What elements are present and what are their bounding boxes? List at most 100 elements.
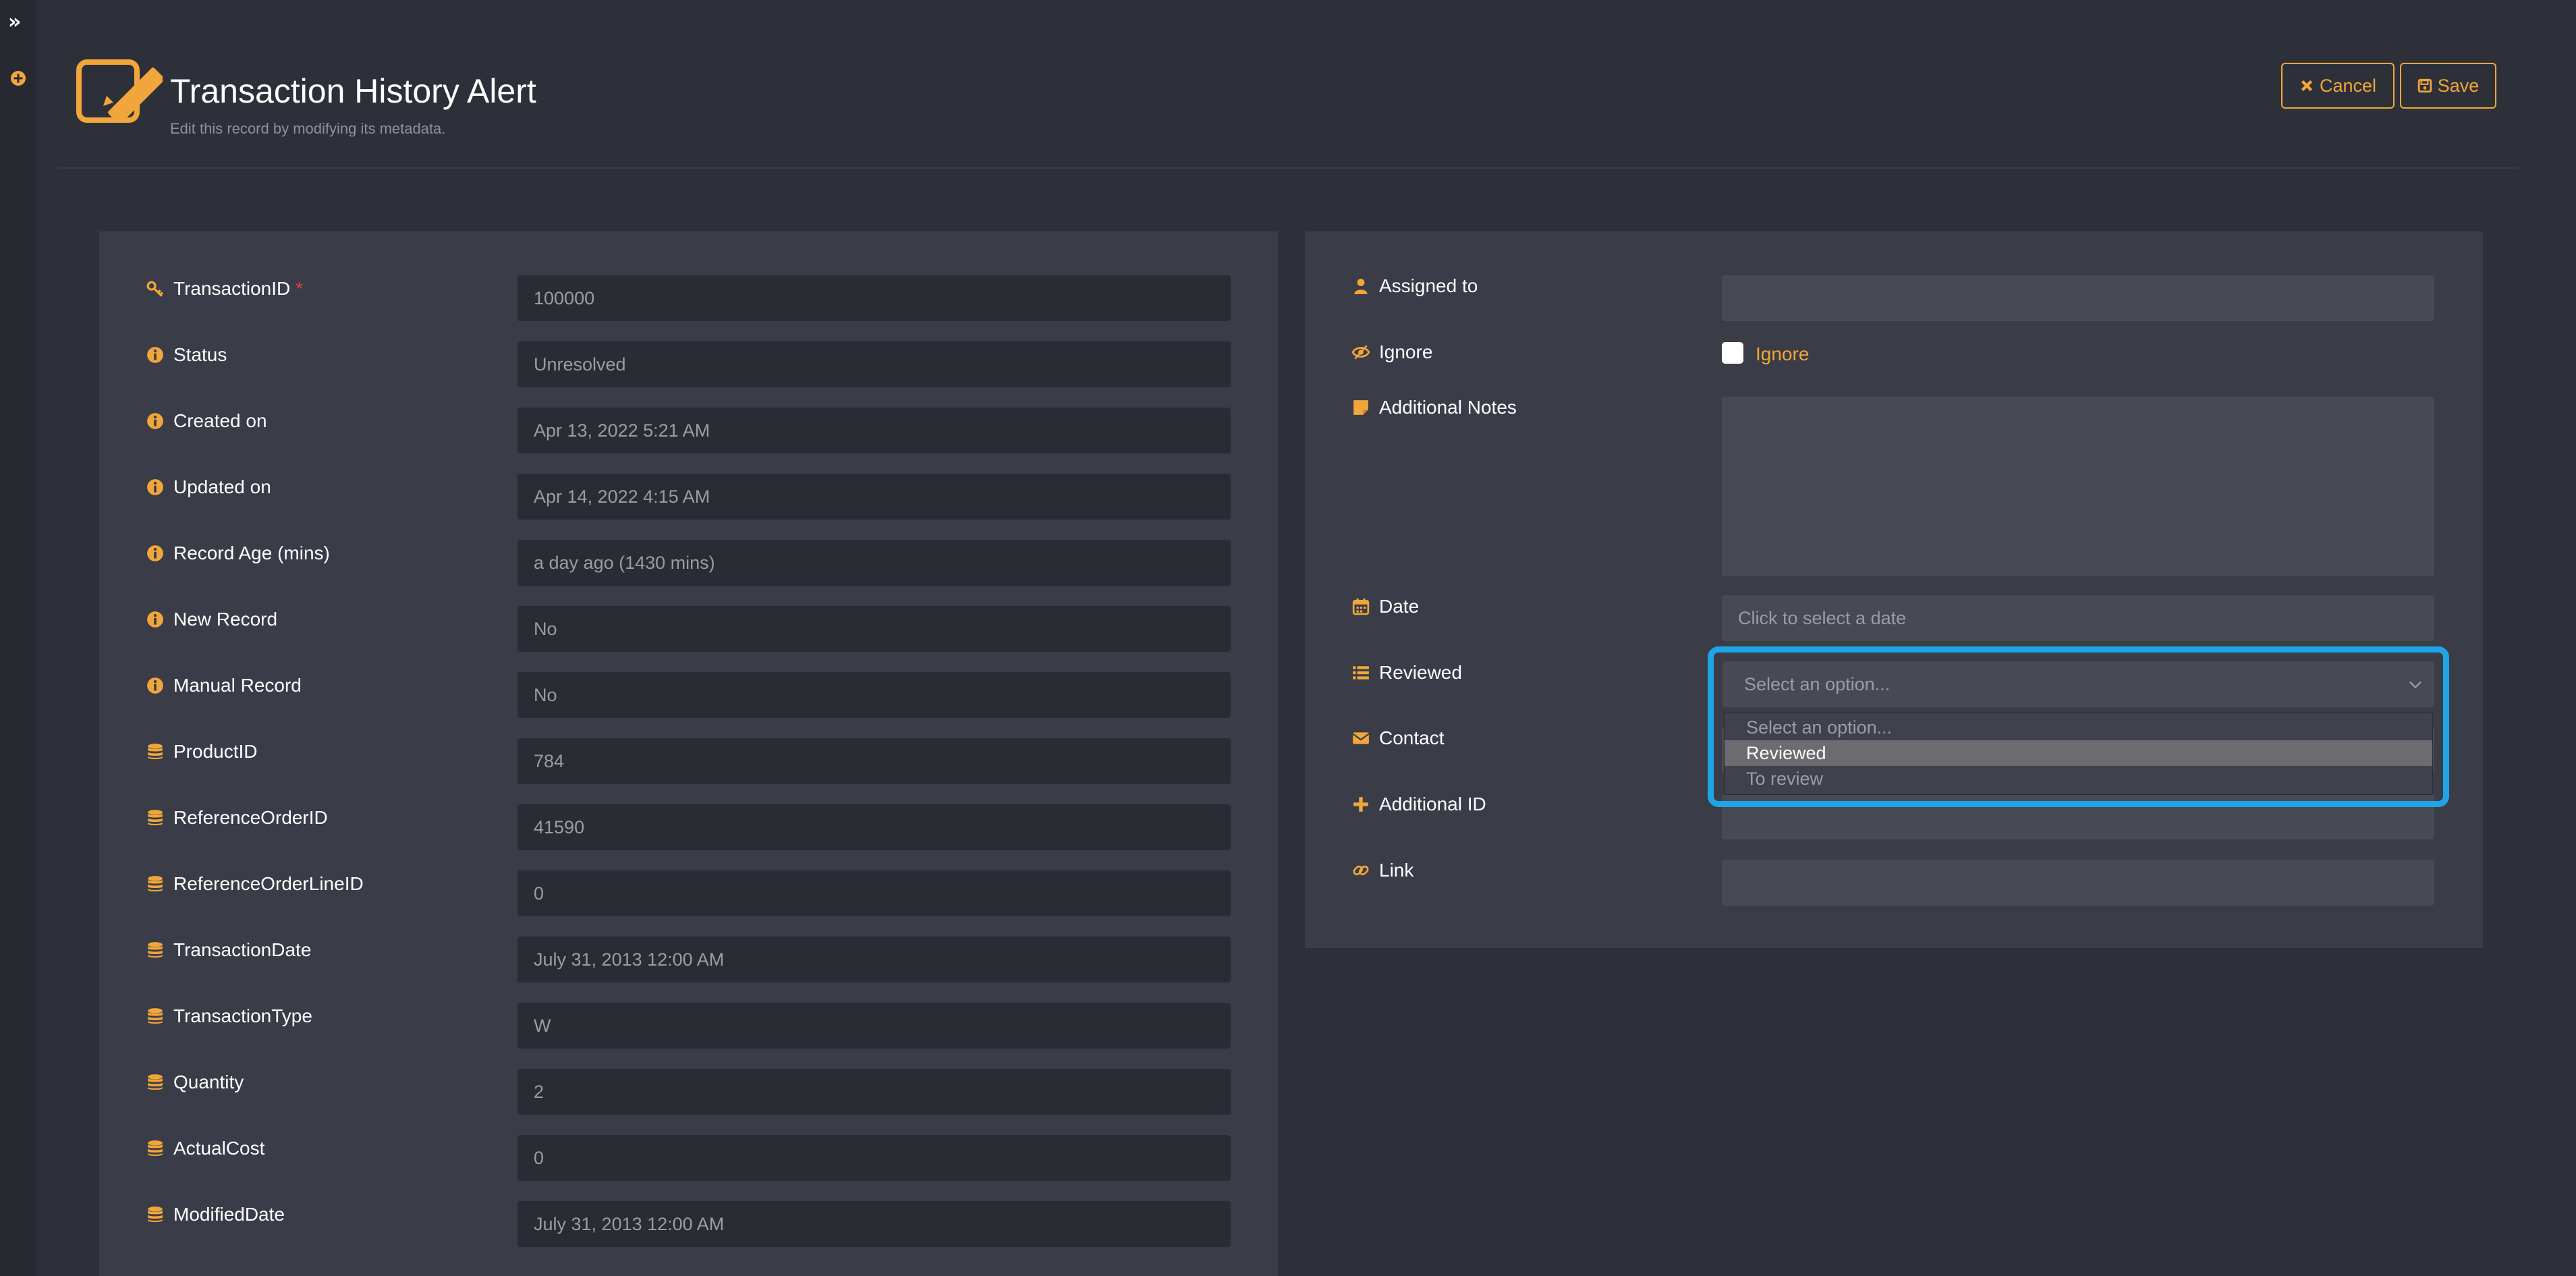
field-value[interactable]: Unresolved	[517, 341, 1231, 387]
info-icon	[146, 346, 164, 364]
additional-notes-text: Additional Notes	[1379, 397, 1517, 418]
field-label-text: ReferenceOrderLineID	[173, 873, 364, 894]
date-label: Date	[1352, 596, 1419, 617]
date-text: Date	[1379, 596, 1420, 617]
info-icon	[146, 611, 164, 628]
database-icon	[146, 1074, 164, 1091]
link-input[interactable]	[1722, 860, 2434, 906]
link-label: Link	[1352, 860, 1413, 881]
field-label: ProductID	[146, 741, 258, 762]
page-subtitle: Edit this record by modifying its metada…	[170, 120, 446, 137]
field-label: Quantity	[146, 1072, 244, 1093]
field-label-text: Record Age (mins)	[173, 543, 330, 563]
add-circle-icon[interactable]	[10, 70, 26, 86]
link-text: Link	[1379, 860, 1414, 881]
info-icon	[146, 412, 164, 430]
reviewed-select[interactable]: Select an option...	[1723, 661, 2434, 707]
assigned-to-text: Assigned to	[1379, 275, 1478, 296]
reviewed-text: Reviewed	[1379, 662, 1462, 683]
ignore-checkbox-label[interactable]: Ignore	[1756, 343, 1809, 365]
ignore-label: Ignore	[1352, 341, 1432, 363]
field-value[interactable]: 0	[517, 1135, 1231, 1181]
field-label: Updated on	[146, 476, 271, 498]
database-icon	[146, 809, 164, 827]
field-label-text: Updated on	[173, 476, 271, 497]
date-picker-input[interactable]: Click to select a date	[1722, 595, 2434, 641]
field-value[interactable]: 2	[517, 1069, 1231, 1115]
user-icon	[1352, 277, 1370, 295]
additional-notes-textarea[interactable]	[1722, 397, 2434, 576]
metadata-panel-left: TransactionID * 100000 Status Unresolved Crea…	[99, 231, 1278, 1276]
field-label-text: ReferenceOrderID	[173, 807, 328, 828]
database-icon	[146, 743, 164, 760]
field-label: ReferenceOrderID	[146, 807, 328, 829]
field-label: Record Age (mins)	[146, 543, 330, 564]
header-divider	[58, 167, 2517, 169]
reviewed-option-to-review[interactable]: To review	[1725, 766, 2432, 792]
eye-slash-icon	[1352, 343, 1370, 361]
field-label: Created on	[146, 410, 267, 432]
field-label: TransactionType	[146, 1005, 312, 1027]
additional-notes-label: Additional Notes	[1352, 397, 1517, 418]
field-label-text: Status	[173, 344, 227, 365]
field-label: TransactionDate	[146, 939, 311, 961]
reviewed-option-reviewed[interactable]: Reviewed	[1725, 740, 2432, 766]
field-value[interactable]: No	[517, 606, 1231, 652]
field-label: Manual Record	[146, 675, 302, 696]
field-label: New Record	[146, 609, 277, 630]
field-value[interactable]: a day ago (1430 mins)	[517, 540, 1231, 586]
info-icon	[146, 545, 164, 562]
field-label: ActualCost	[146, 1138, 264, 1159]
field-value[interactable]: 784	[517, 738, 1231, 784]
database-icon	[146, 875, 164, 893]
field-value[interactable]: July 31, 2013 12:00 AM	[517, 1201, 1231, 1247]
additional-id-text: Additional ID	[1379, 794, 1486, 814]
contact-label: Contact	[1352, 727, 1445, 749]
field-label-text: ProductID	[173, 741, 258, 762]
field-label-text: Created on	[173, 410, 267, 431]
field-value[interactable]: 0	[517, 870, 1231, 916]
reviewed-option-placeholder[interactable]: Select an option...	[1725, 715, 2432, 740]
assigned-to-label: Assigned to	[1352, 275, 1478, 297]
field-value[interactable]: July 31, 2013 12:00 AM	[517, 937, 1231, 982]
field-label: Status	[146, 344, 227, 366]
field-label: ReferenceOrderLineID	[146, 873, 364, 895]
cancel-label: Cancel	[2319, 75, 2377, 96]
sticky-note-icon	[1352, 399, 1370, 416]
field-label: TransactionID *	[146, 278, 303, 300]
reviewed-select-value: Select an option...	[1744, 673, 1891, 694]
calendar-icon	[1352, 598, 1370, 615]
database-icon	[146, 1206, 164, 1223]
ignore-checkbox[interactable]	[1722, 342, 1743, 364]
contact-text: Contact	[1379, 727, 1445, 748]
field-value[interactable]: Apr 13, 2022 5:21 AM	[517, 408, 1231, 453]
field-value[interactable]: Apr 14, 2022 4:15 AM	[517, 474, 1231, 520]
field-label-text: TransactionID	[173, 278, 291, 299]
plus-icon	[1352, 796, 1370, 813]
field-label-text: New Record	[173, 609, 278, 630]
field-label-text: ActualCost	[173, 1138, 265, 1159]
cancel-button[interactable]: Cancel	[2281, 63, 2395, 109]
save-button[interactable]: Save	[2400, 63, 2496, 109]
field-value[interactable]: 100000	[517, 275, 1231, 321]
close-icon	[2301, 80, 2313, 92]
assigned-to-input[interactable]	[1722, 275, 2434, 321]
field-value[interactable]: No	[517, 672, 1231, 718]
edit-record-icon	[76, 59, 163, 123]
reviewed-label: Reviewed	[1352, 662, 1462, 684]
field-value[interactable]: W	[517, 1003, 1231, 1049]
key-icon	[146, 280, 164, 298]
save-label: Save	[2437, 75, 2480, 96]
page-title: Transaction History Alert	[170, 72, 536, 110]
info-icon	[146, 478, 164, 496]
expand-sidebar-icon[interactable]: »	[8, 12, 28, 32]
required-marker: *	[296, 278, 304, 299]
field-value[interactable]: 41590	[517, 804, 1231, 850]
metadata-panel-right: Assigned to Ignore Ignore Additional Not…	[1305, 231, 2483, 948]
reviewed-options-list: Select an option... Reviewed To review	[1724, 713, 2433, 795]
field-label-text: ModifiedDate	[173, 1204, 285, 1225]
database-icon	[146, 1140, 164, 1157]
list-icon	[1352, 664, 1370, 682]
field-label-text: TransactionType	[173, 1005, 312, 1026]
database-icon	[146, 1007, 164, 1025]
